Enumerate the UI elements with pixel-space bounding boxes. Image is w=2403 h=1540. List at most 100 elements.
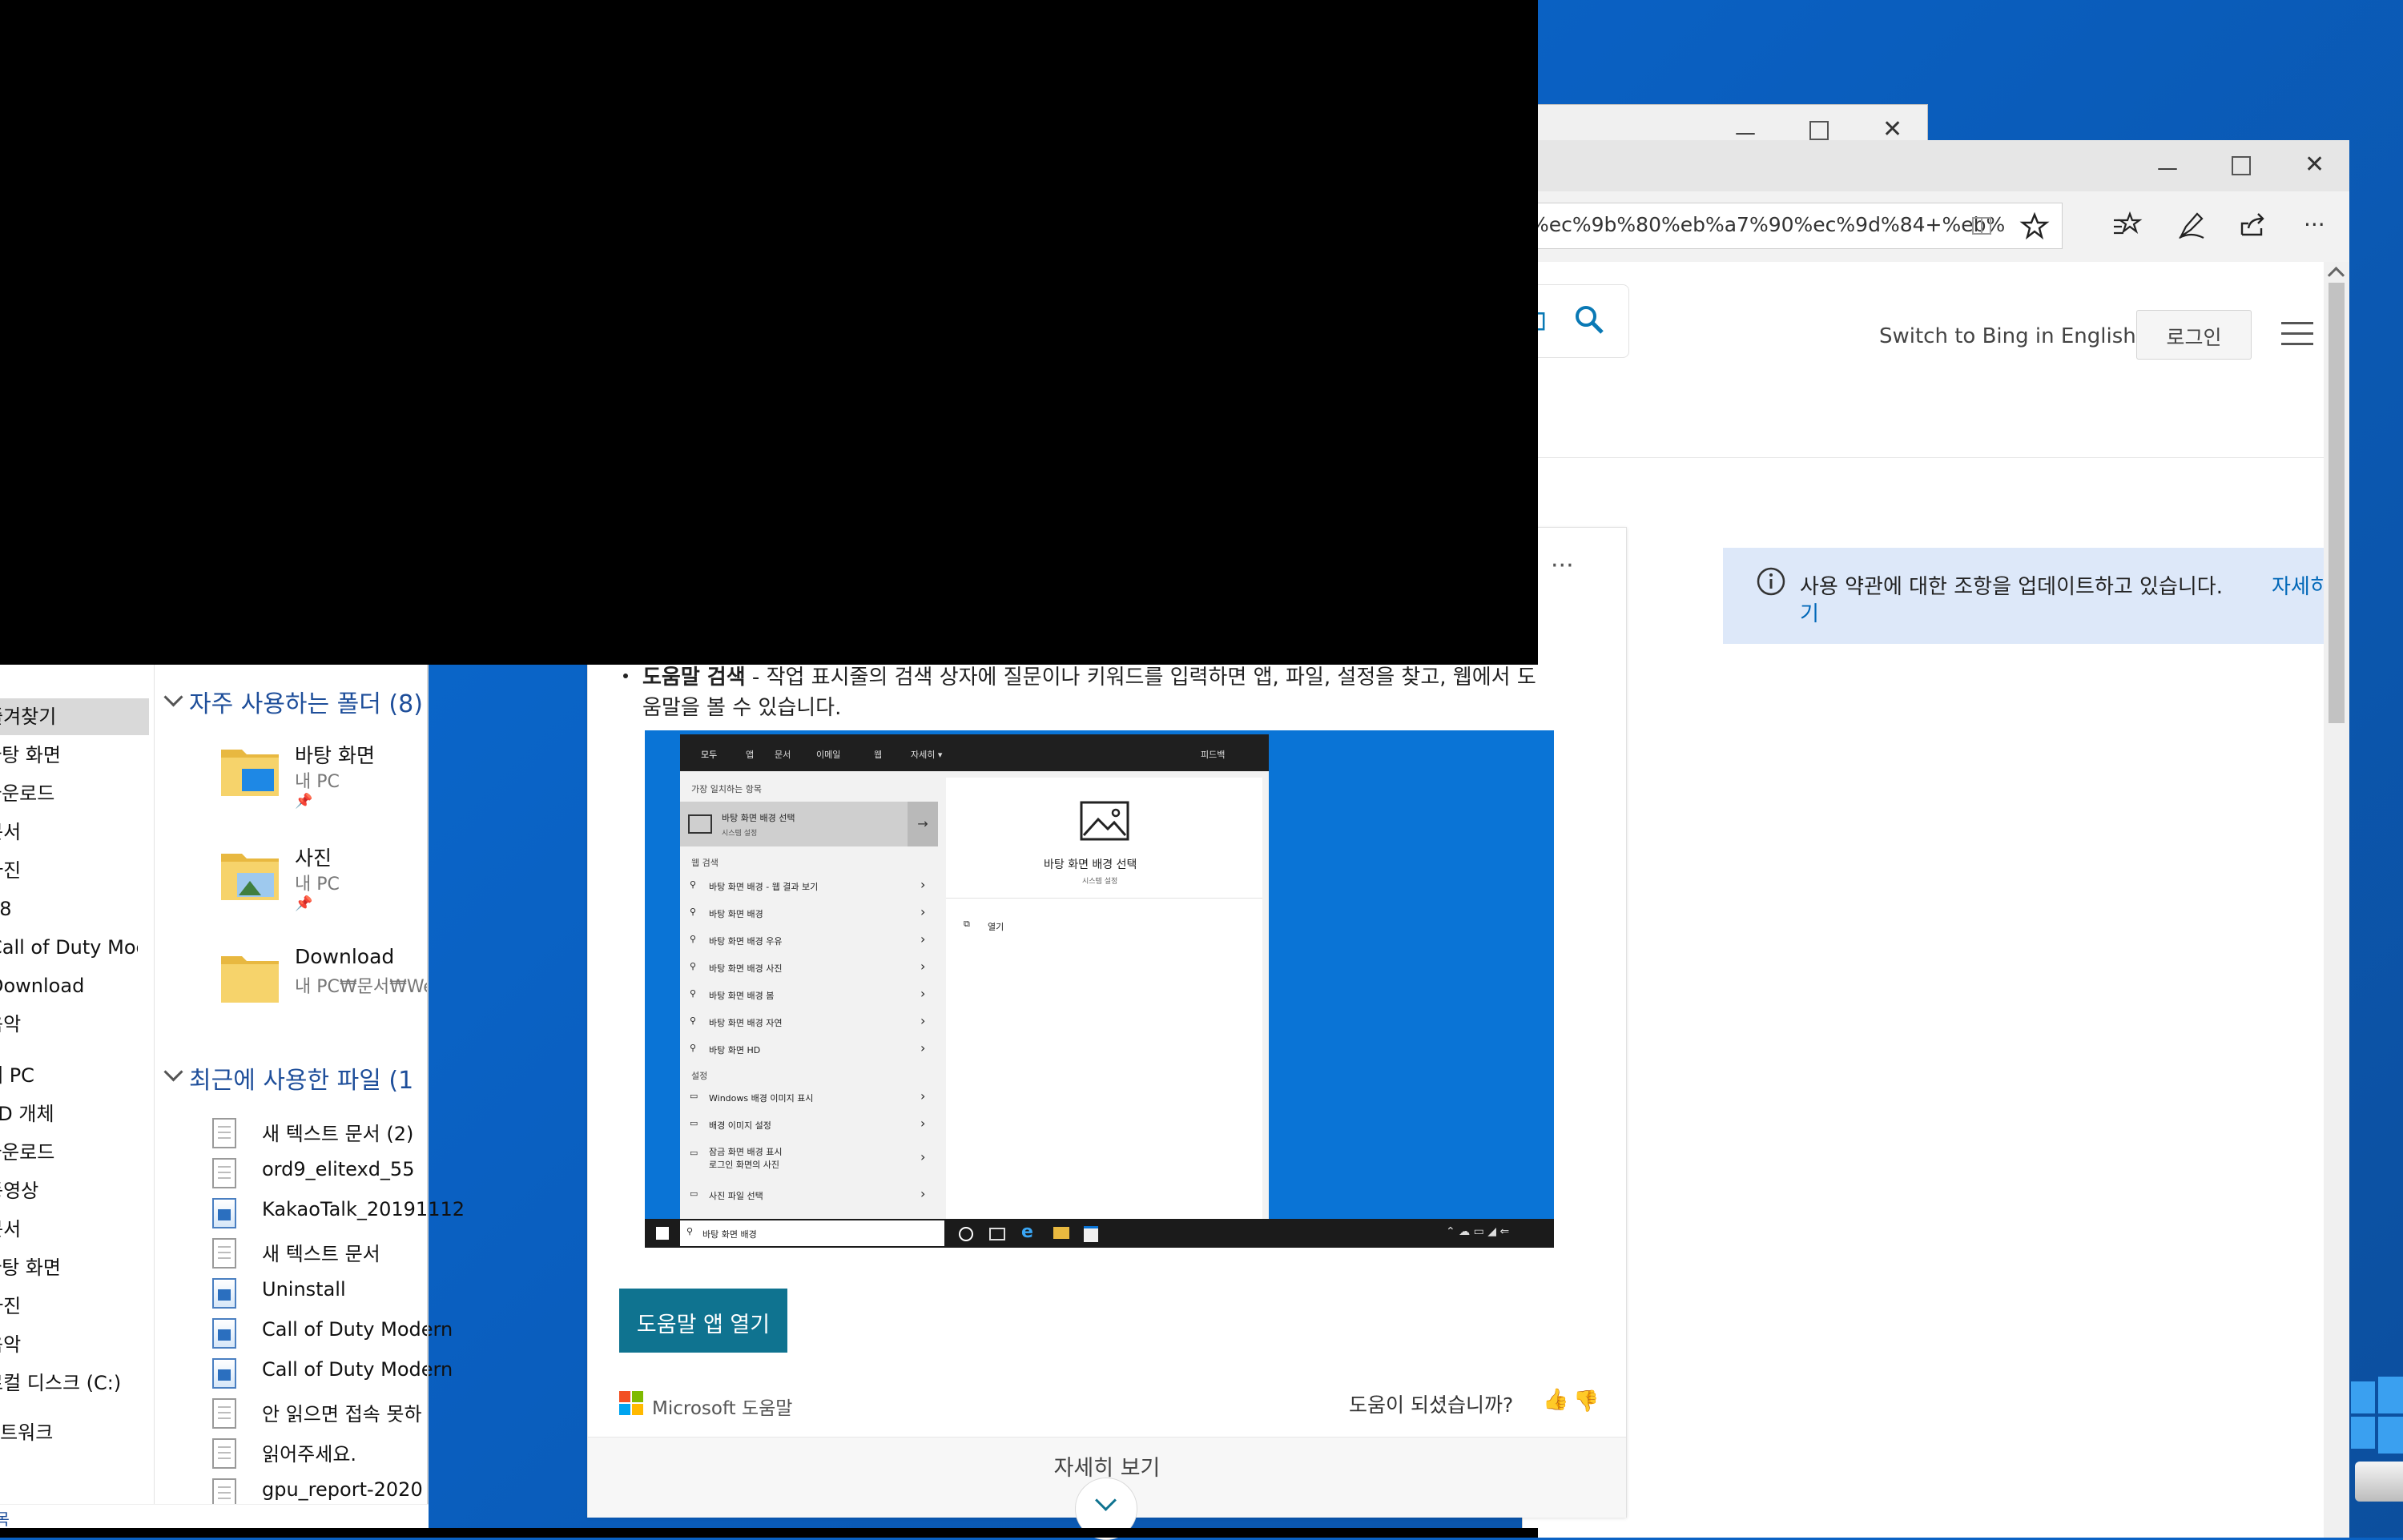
scrollbar-thumb[interactable] <box>2329 283 2345 723</box>
nav-item[interactable]: 바탕 화면📌 <box>0 737 133 774</box>
search-icon[interactable] <box>1572 303 1606 336</box>
settings-item: ▭ 잠금 화면 배경 표시 로그인 화면의 사진 › <box>690 1147 926 1170</box>
frequent-folders-header[interactable]: 자주 사용하는 폴더 (8) <box>189 684 429 719</box>
start-search-panel: 모두 앱 문서 이메일 웹 자세히 ▾ 피드백 가장 일치하는 항목 바탕 화면… <box>680 734 1269 1219</box>
recent-file[interactable]: 새 텍스트 문서 (2) <box>212 1113 429 1152</box>
switch-to-english-link[interactable]: Switch to Bing in English <box>1879 324 2136 348</box>
recent-file[interactable]: 안 읽으면 접속 못하 <box>212 1393 429 1432</box>
hamburger-menu-icon[interactable] <box>2281 322 2313 346</box>
recent-file[interactable]: Call of Duty Modern <box>212 1313 453 1352</box>
pin-icon: 📌 <box>295 793 313 810</box>
text-file-icon <box>212 1158 236 1188</box>
nav-item[interactable]: 내 PC <box>0 1057 135 1094</box>
favorite-star-icon[interactable] <box>2019 210 2051 242</box>
nav-item[interactable]: Download <box>0 967 138 1004</box>
nav-item[interactable]: 음악 <box>0 1326 135 1363</box>
web-header: 웹 검색 <box>691 858 718 868</box>
image-icon <box>688 814 712 834</box>
reading-view-icon[interactable] <box>1966 210 1998 242</box>
nav-item[interactable]: 바탕 화면 <box>0 1249 133 1286</box>
nav-item[interactable]: 네트워크 <box>0 1414 131 1451</box>
web-item: ⚲ 바탕 화면 배경 봄 › <box>690 986 926 1001</box>
nav-item[interactable]: 다운로드 <box>0 1134 133 1171</box>
black-window-area <box>0 0 1538 665</box>
content-vertical-edge <box>427 665 429 1528</box>
recent-file[interactable]: KakaoTalk_20191112 <box>212 1193 465 1232</box>
nav-item[interactable]: 다운로드📌 <box>0 775 133 812</box>
bing-page: ⊡ Switch to Bing in English 로그인 사용 약관에 대… <box>1523 262 2329 1538</box>
image-file-icon <box>212 1318 236 1349</box>
recent-files-header[interactable]: 최근에 사용한 파일 (1 <box>189 1060 429 1096</box>
nav-item[interactable]: 음악 <box>0 1006 135 1043</box>
collapse-chevron-icon[interactable] <box>163 687 183 707</box>
nav-item[interactable]: 즐겨찾기 <box>0 698 135 735</box>
settings-header: 설정 <box>691 1071 708 1081</box>
folder-name[interactable]: 바탕 화면 <box>295 740 375 769</box>
web-item: ⚲ 바탕 화면 배경 우유 › <box>690 931 926 947</box>
search-tab: 웹 <box>874 750 883 760</box>
web-note-icon[interactable] <box>2175 209 2207 241</box>
login-button[interactable]: 로그인 <box>2136 310 2252 360</box>
recent-file[interactable]: 읽어주세요. <box>212 1433 429 1472</box>
search-box-edge[interactable]: ⊡ <box>1523 284 1629 358</box>
collapse-chevron-icon[interactable] <box>163 1062 183 1082</box>
folder-name[interactable]: 사진 <box>295 842 332 871</box>
pin-icon: 📌 <box>295 895 313 912</box>
nav-item[interactable]: 로컬 디스크 (C:) <box>0 1365 135 1401</box>
url-text[interactable]: %ec%9b%80%eb%a7%90%ec%9d%84+%eb% <box>1530 213 2005 236</box>
thumbs-down-icon[interactable]: 👎 <box>1573 1389 1599 1413</box>
web-item: ⚲ 바탕 화면 배경 › <box>690 904 926 919</box>
preview-open: 열기 <box>988 922 1004 932</box>
nav-item[interactable]: 문서 <box>0 1211 135 1248</box>
search-icon: ⚲ <box>686 1226 694 1236</box>
nav-item[interactable]: 28 <box>0 891 136 927</box>
more-icon[interactable]: ··· <box>2304 214 2325 236</box>
maximize-icon[interactable] <box>1809 121 1829 140</box>
address-bar[interactable]: %ec%9b%80%eb%a7%90%ec%9d%84+%eb% <box>1523 203 2063 249</box>
thumbs-up-icon[interactable]: 👍 <box>1543 1388 1568 1412</box>
navigation-pane[interactable]: 즐겨찾기 바탕 화면📌 다운로드📌 문서📌 사진📌 28 Call of Dut… <box>0 665 155 1528</box>
nav-item[interactable]: 사진📌 <box>0 852 135 889</box>
recent-file[interactable]: gpu_report-2020 0 <box>212 1474 429 1504</box>
source-label[interactable]: Microsoft 도움말 <box>652 1393 792 1420</box>
scroll-up-icon[interactable] <box>2327 266 2345 284</box>
nav-item[interactable]: 사진 <box>0 1288 135 1325</box>
text-file-icon <box>212 1238 236 1269</box>
microsoft-logo-icon <box>619 1391 643 1415</box>
close-icon[interactable]: ✕ <box>2304 153 2325 177</box>
card-more-icon[interactable]: ··· <box>1551 552 1574 580</box>
folder-location: 내 PC₩문서₩WeGa <box>295 977 429 997</box>
settings-item: ▭ 사진 파일 선택 › <box>690 1186 926 1201</box>
settings-item: ▭ 배경 이미지 설정 › <box>690 1116 926 1131</box>
title-bar[interactable]: — ✕ <box>1523 140 2349 191</box>
edge-browser-window[interactable]: — ✕ %ec%9b%80%eb%a7%90%ec%9d%84+%eb% ···… <box>1522 140 2349 1538</box>
nav-item[interactable]: 3D 개체 <box>0 1096 135 1132</box>
share-icon[interactable] <box>2237 209 2269 241</box>
info-icon <box>1757 567 1785 596</box>
close-icon[interactable]: ✕ <box>1882 118 1902 142</box>
card-footer: 자세히 보기 <box>588 1437 1626 1540</box>
notice-link-tail[interactable]: 기 <box>1800 597 1819 627</box>
taskbar-search-box: ⚲ 바탕 화면 배경 <box>680 1220 944 1246</box>
minimize-icon[interactable]: — <box>2157 158 2178 179</box>
maximize-icon[interactable] <box>2232 156 2251 175</box>
recent-file[interactable]: Call of Duty Modern <box>212 1353 453 1392</box>
start-icon <box>656 1227 669 1240</box>
recent-file[interactable]: 새 텍스트 문서 <box>212 1233 429 1272</box>
folder-name[interactable]: Download <box>295 945 394 968</box>
search-tab: 이메일 <box>816 750 841 760</box>
notice-text: 사용 약관에 대한 조항을 업데이트하고 있습니다. <box>1800 575 2223 599</box>
notice-learn-more-link[interactable]: 자세히 <box>2272 570 2329 600</box>
preview-sub: 시스템 설정 <box>1082 878 1118 886</box>
open-help-app-button[interactable]: 도움말 앱 열기 <box>619 1289 787 1353</box>
preview-pane: 바탕 화면 배경 선택 시스템 설정 ⧉ 열기 <box>946 778 1262 1219</box>
nav-item[interactable]: Call of Duty Modern <box>0 929 138 966</box>
recent-file[interactable]: ord9_elitexd_55 <box>212 1153 429 1192</box>
file-explorer-window[interactable]: 즐겨찾기 바탕 화면📌 다운로드📌 문서📌 사진📌 28 Call of Dut… <box>0 665 465 1529</box>
recent-file[interactable]: Uninstall <box>212 1273 429 1312</box>
nav-item[interactable]: 문서📌 <box>0 814 135 850</box>
bullet-bold: 도움말 검색 <box>642 665 746 690</box>
nav-item[interactable]: 동영상 <box>0 1172 135 1209</box>
favorites-hub-icon[interactable] <box>2111 209 2143 241</box>
bullet-dot <box>623 673 628 678</box>
